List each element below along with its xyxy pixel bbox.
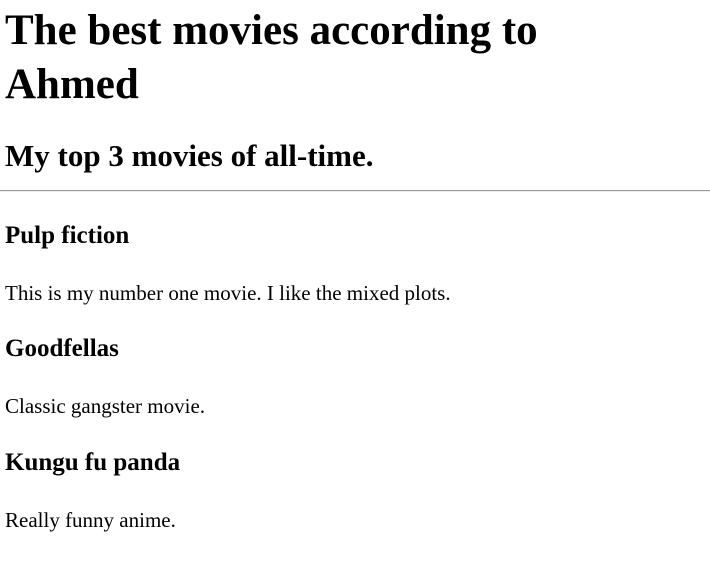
page-title: The best movies according to Ahmed <box>5 7 538 108</box>
movie-description: Really funny anime. <box>5 508 176 532</box>
movie-title: Kungu fu panda <box>5 449 181 476</box>
page: The best movies according to Ahmed My to… <box>0 0 710 579</box>
movie-description: Classic gangster movie. <box>5 394 206 418</box>
movie-title: Goodfellas <box>5 335 119 362</box>
movie-entry-2: Goodfellas Classic gangster movie. <box>5 334 710 419</box>
movie-title: Pulp fiction <box>5 222 130 249</box>
movie-entry-1: Pulp fiction This is my number one movie… <box>5 221 710 306</box>
page-subtitle: My top 3 movies of all-time. <box>5 138 374 173</box>
movie-entry-3: Kungu fu panda Really funny anime. <box>5 448 710 533</box>
divider <box>0 190 710 192</box>
movie-description: This is my number one movie. I like the … <box>5 281 451 305</box>
